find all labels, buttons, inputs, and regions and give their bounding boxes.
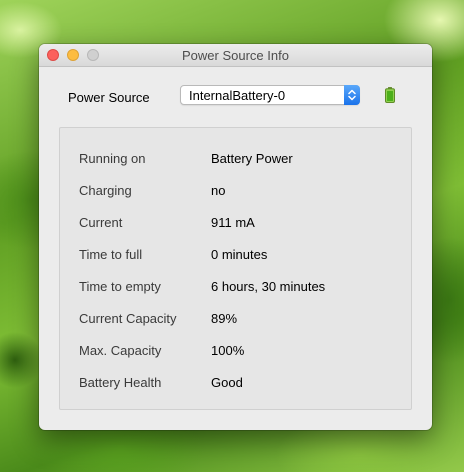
info-label: Current Capacity — [79, 311, 177, 326]
power-source-label: Power Source — [68, 90, 150, 105]
info-value: 6 hours, 30 minutes — [211, 279, 326, 294]
info-label: Max. Capacity — [79, 343, 162, 358]
window-title: Power Source Info — [182, 48, 289, 63]
power-source-window: Power Source Info Power Source InternalB… — [39, 44, 432, 430]
info-value: 0 minutes — [211, 247, 268, 262]
info-value: Battery Power — [211, 151, 293, 166]
info-label: Battery Health — [79, 375, 162, 390]
info-row-time-to-empty: Time to empty 6 hours, 30 minutes — [60, 279, 411, 299]
info-row-current: Current 911 mA — [60, 215, 411, 235]
info-row-battery-health: Battery Health Good — [60, 375, 411, 395]
info-value: no — [211, 183, 226, 198]
title-bar[interactable]: Power Source Info — [39, 44, 432, 67]
info-value: 100% — [211, 343, 245, 358]
info-value: 911 mA — [211, 215, 255, 230]
power-source-selected: InternalBattery-0 — [189, 88, 286, 103]
info-row-max-capacity: Max. Capacity 100% — [60, 343, 411, 363]
info-label: Time to full — [79, 247, 143, 262]
info-value: Good — [211, 375, 243, 390]
battery-icon — [385, 87, 395, 103]
info-label: Current — [79, 215, 123, 230]
info-row-charging: Charging no — [60, 183, 411, 203]
power-source-popup[interactable]: InternalBattery-0 — [180, 85, 360, 105]
info-row-running-on: Running on Battery Power — [60, 151, 411, 171]
info-label: Charging — [79, 183, 132, 198]
info-row-current-capacity: Current Capacity 89% — [60, 311, 411, 331]
info-label: Time to empty — [79, 279, 161, 294]
desktop-background: Power Source Info Power Source InternalB… — [0, 0, 464, 472]
info-label: Running on — [79, 151, 146, 166]
info-row-time-to-full: Time to full 0 minutes — [60, 247, 411, 267]
info-value: 89% — [211, 311, 238, 326]
updown-arrows-icon — [344, 85, 360, 105]
battery-info-panel: Running on Battery Power Charging no Cur… — [59, 127, 412, 410]
